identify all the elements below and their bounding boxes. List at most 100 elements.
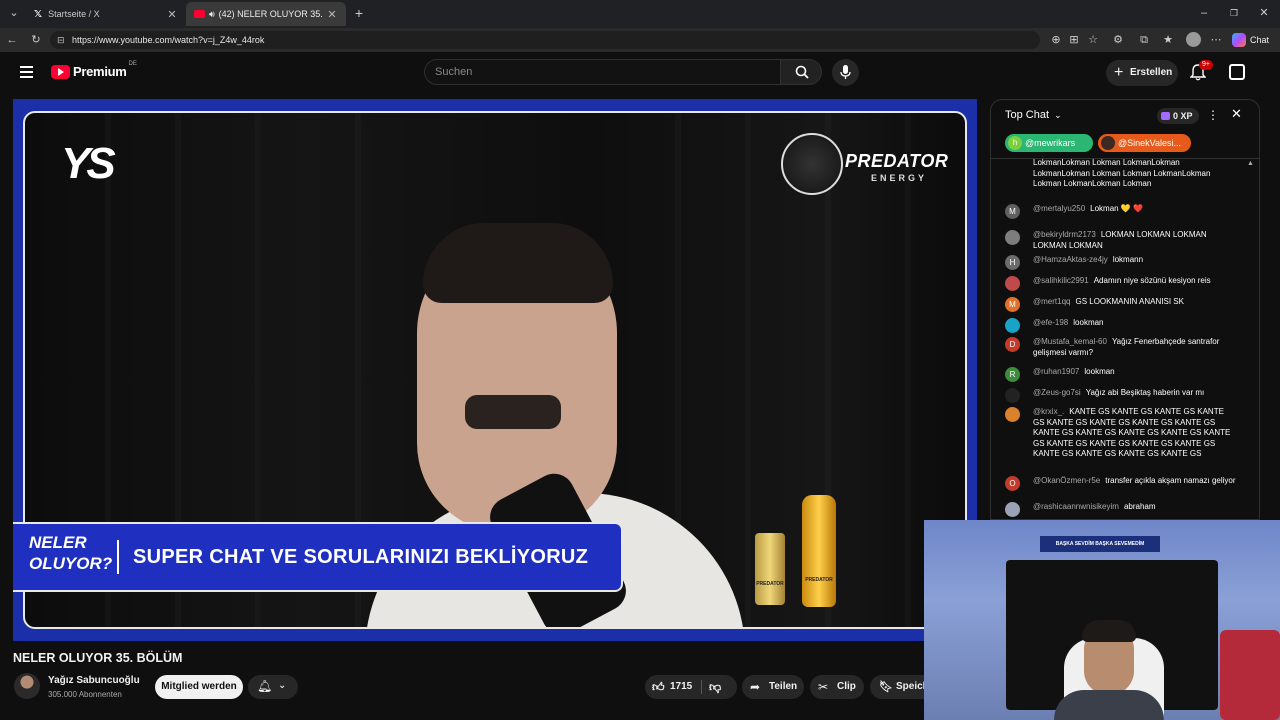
studio-icon[interactable] [1229,64,1245,80]
speaker-icon[interactable]: 🔊︎ [209,9,215,20]
new-tab-plus-icon[interactable]: + [351,6,367,20]
dislike-button[interactable]: 👎︎ [709,675,721,699]
scroll-up-icon[interactable]: ▲ [1247,160,1254,167]
chat-author[interactable]: @salihkilic2991 [1033,276,1089,285]
pinned-chip-1[interactable]: h @mewrikars [1005,134,1093,152]
chat-message: R @ruhan1907 lookman [1005,367,1237,382]
copilot-icon [1232,33,1246,47]
chat-message-body: LokmanLokman Lokman LokmanLokman LokmanL… [1033,158,1237,190]
notification-badge: 9+ [1199,60,1213,70]
youtube-logo[interactable]: Premium DE [51,60,137,79]
hamburger-menu-icon[interactable] [20,66,33,78]
energy-can: PREDATOR [755,533,785,605]
minimize-icon[interactable]: – [1196,6,1212,20]
chat-message-body: @rashicaannwnisikeyim abraham [1033,502,1237,513]
translate-icon[interactable]: ⊕ [1048,33,1064,47]
chat-avatar[interactable]: M [1005,204,1020,219]
create-button[interactable]: + Erstellen [1106,60,1178,86]
chat-avatar[interactable]: D [1005,337,1020,352]
xp-badge[interactable]: 0 XP [1157,108,1199,124]
tab-list-chevron-icon[interactable]: ⌄ [6,6,22,20]
chat-message: O @OkanÖzmen-r5e transfer açıkla akşam nam… [1005,476,1237,491]
join-button[interactable]: Mitglied werden [155,675,243,699]
chat-text: abraham [1123,502,1156,511]
site-info-icon[interactable]: ⊟ [57,31,65,49]
profile-avatar[interactable] [1186,32,1201,47]
chat-avatar[interactable] [1005,388,1020,403]
chat-mode-label: Top Chat [1005,109,1050,121]
banner-divider [117,540,119,574]
chip-name: @SinekValesi... [1118,138,1181,148]
maximize-icon[interactable]: ❐ [1226,6,1242,20]
chat-more-icon[interactable]: ⋮ [1207,108,1219,122]
favorite-star-icon[interactable]: ☆ [1085,33,1101,47]
video-player[interactable]: YS PREDATOR ENERGY PREDATOR PREDATOR NEL… [13,99,977,641]
channel-avatar[interactable] [14,673,40,699]
chat-author[interactable]: @bekiryldrm2173 [1033,230,1096,239]
chevron-down-icon: ⌄ [1054,110,1062,120]
close-chat-icon[interactable]: ✕ [1231,106,1242,122]
url-text: https://www.youtube.com/watch?v=j_Z4w_44… [72,35,265,45]
chevron-down-icon: ⌄ [278,680,287,691]
pinned-chip-2[interactable]: @SinekValesi... [1098,134,1191,152]
notifications-button[interactable]: 9+ [1189,60,1213,82]
chat-avatar[interactable] [1005,318,1020,333]
chat-text: Yağız abi Beşiktaş haberin var mı [1085,388,1205,397]
favorites-icon[interactable]: ★ [1160,33,1176,47]
close-tab-icon[interactable]: ✕ [326,8,338,21]
scissors-icon: ✂ [818,680,829,694]
chat-author[interactable]: @efe-198 [1033,318,1068,327]
chat-avatar[interactable] [1005,407,1020,422]
search-button[interactable] [780,59,822,85]
split-screen-icon[interactable]: ⧉ [1136,33,1152,47]
reload-icon[interactable]: ↻ [28,33,44,47]
chat-scrollbar[interactable]: ▲ [1245,160,1255,519]
chat-message: H @HamzaAktas-ze4jy lokmann [1005,255,1237,270]
sponsor-name: PREDATOR [845,151,949,171]
clip-label: Clip [837,681,856,692]
chat-author[interactable]: @Mustafa_kemal-60 [1033,337,1107,346]
voice-search-button[interactable] [832,59,859,86]
search-input[interactable]: Suchen [424,59,780,85]
chat-avatar[interactable] [1005,276,1020,291]
like-button[interactable]: 👍︎ 1715 [645,675,701,699]
chat-author[interactable]: @mert1qq [1033,297,1070,306]
share-button[interactable]: ➦ Teilen [742,675,804,699]
close-tab-icon[interactable]: ✕ [166,8,178,21]
chat-message-body: @bekiryldrm2173 LOKMAN LOKMAN LOKMAN LOKM… [1033,230,1237,251]
chat-author[interactable]: @OkanÖzmen-r5e [1033,476,1100,485]
url-field[interactable]: ⊟ https://www.youtube.com/watch?v=j_Z4w_… [50,31,1040,49]
host-moustache [465,395,561,429]
tab-youtube[interactable]: 🔊︎ (42) NELER OLUYOR 35. BÖLÜ ✕ [186,2,346,26]
chat-author[interactable]: @mertalyu250 [1033,204,1085,213]
chat-author[interactable]: @HamzaAktas-ze4jy [1033,255,1108,264]
chat-avatar[interactable]: M [1005,297,1020,312]
streamer-hair [1082,620,1136,642]
chat-avatar[interactable]: R [1005,367,1020,382]
region-code: DE [128,60,137,67]
copilot-button[interactable]: Chat [1232,31,1269,49]
chat-author[interactable]: @krxix_. [1033,407,1064,416]
window-close-icon[interactable]: ✕ [1256,6,1272,20]
chat-avatar[interactable] [1005,502,1020,517]
subscribe-bell-button[interactable]: 🔔︎ ⌄ [248,675,298,699]
chat-avatar[interactable]: H [1005,255,1020,270]
chat-mode-dropdown[interactable]: Top Chat ⌄ [1005,109,1062,121]
chat-author[interactable]: @Zeus-go7si [1033,388,1081,397]
tab-x[interactable]: 𝕏 Startseite / X ✕ [26,2,186,26]
extensions-icon[interactable]: ⚙ [1110,33,1126,47]
youtube-favicon-icon [194,10,205,18]
channel-name[interactable]: Yağız Sabuncuoğlu [48,675,140,686]
chat-author[interactable]: @rashicaannwnisikeyim [1033,502,1119,511]
bottle-label: PREDATOR [805,577,833,583]
chat-author[interactable]: @ruhan1907 [1033,367,1079,376]
clip-button[interactable]: ✂ Clip [810,675,864,699]
back-arrow-icon[interactable]: ← [4,33,20,47]
chat-avatar[interactable]: O [1005,476,1020,491]
reader-icon[interactable]: ⊞ [1066,33,1082,47]
chat-message-body: @krxix_. KANTE GS KANTE GS KANTE GS KANTE… [1033,407,1237,460]
browser-address-bar: ← ↻ ⊟ https://www.youtube.com/watch?v=j_… [0,28,1280,52]
chat-avatar[interactable] [1005,230,1020,245]
chat-text: LokmanLokman Lokman LokmanLokman LokmanL… [1033,158,1211,188]
more-menu-icon[interactable]: ⋯ [1208,33,1224,47]
